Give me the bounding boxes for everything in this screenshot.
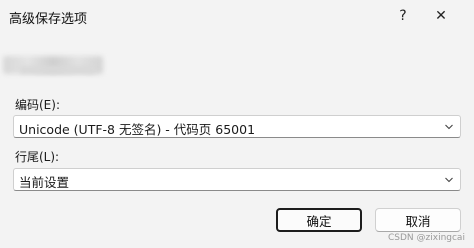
help-icon: ? xyxy=(399,8,407,24)
cancel-button[interactable]: 取消 xyxy=(375,208,461,232)
encoding-selected-value: Unicode (UTF-8 无签名) - 代码页 65001 xyxy=(19,122,256,137)
encoding-label: 编码(E): xyxy=(15,98,60,112)
line-endings-selected-value: 当前设置 xyxy=(19,175,70,190)
chevron-down-icon xyxy=(445,124,453,130)
watermark: CSDN @zixingcai xyxy=(388,233,465,243)
line-endings-select[interactable]: 当前设置 xyxy=(13,168,461,191)
close-button[interactable]: ✕ xyxy=(426,4,456,28)
ok-button[interactable]: 确定 xyxy=(276,208,362,232)
dialog-title: 高级保存选项 xyxy=(9,12,88,27)
chevron-down-icon xyxy=(445,177,453,183)
help-button[interactable]: ? xyxy=(388,4,418,28)
encoding-select[interactable]: Unicode (UTF-8 无签名) - 代码页 65001 xyxy=(13,115,461,138)
title-bar: 高级保存选项 ? ✕ xyxy=(0,0,474,34)
close-icon: ✕ xyxy=(435,8,447,24)
advanced-save-options-dialog: 高级保存选项 ? ✕ 编码(E): Unicode (UTF-8 无签名) - … xyxy=(0,0,474,248)
line-endings-label: 行尾(L): xyxy=(15,150,60,164)
redacted-file-path-extra xyxy=(20,66,95,74)
